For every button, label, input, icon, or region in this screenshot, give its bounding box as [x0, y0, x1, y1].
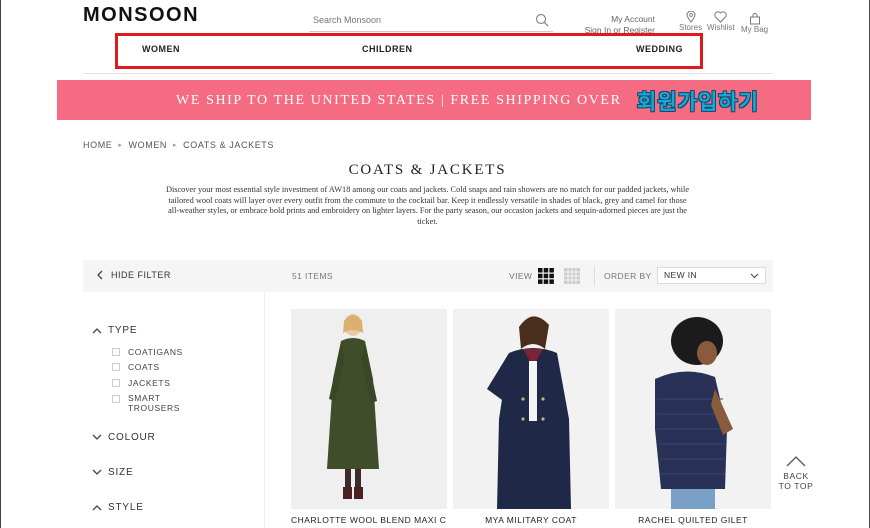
category-description: Discover your most essential style inves…	[165, 185, 690, 226]
back-to-top-line2: TO TOP	[778, 481, 814, 491]
view-label: VIEW	[509, 271, 533, 281]
wishlist-label: Wishlist	[707, 23, 735, 32]
product-name[interactable]: RACHEL QUILTED GILET	[615, 515, 771, 525]
facet-size-toggle[interactable]: SIZE	[92, 467, 133, 478]
breadcrumb-separator-icon: ▸	[173, 142, 178, 149]
heart-icon	[714, 11, 727, 23]
nav-children[interactable]: CHILDREN	[362, 44, 413, 54]
product-photo	[291, 309, 447, 509]
monsoon-logo[interactable]: MONSOON	[83, 4, 199, 27]
bag-link[interactable]: My Bag	[741, 13, 768, 34]
grid-small-view-icon[interactable]	[564, 268, 580, 284]
filter-option-jackets[interactable]: JACKETS	[112, 378, 170, 388]
page-title: COATS & JACKETS	[348, 162, 507, 178]
checkbox[interactable]	[112, 363, 120, 371]
product-image-mya[interactable]	[453, 309, 609, 509]
hide-filter-label: HIDE FILTER	[111, 270, 171, 280]
facet-size-label: SIZE	[108, 467, 134, 478]
chevron-up-icon	[92, 328, 102, 334]
filter-option-smart-trousers[interactable]: SMART TROUSERS	[112, 393, 192, 413]
checkbox[interactable]	[112, 379, 120, 387]
items-count: 51 ITEMS	[292, 271, 333, 281]
wishlist-link[interactable]: Wishlist	[707, 11, 735, 32]
back-to-top-button[interactable]: BACK TO TOP	[776, 455, 816, 491]
chevron-up-icon	[92, 505, 102, 511]
filter-option-label: SMART TROUSERS	[128, 393, 181, 413]
stores-label: Stores	[679, 23, 703, 32]
breadcrumb: HOME ▸ WOMEN ▸ COATS & JACKETS	[83, 140, 274, 151]
filter-option-label: COATS	[128, 362, 160, 372]
search-icon[interactable]	[535, 13, 549, 27]
product-name[interactable]: MYA MILITARY COAT	[453, 515, 609, 525]
filter-bar-divider	[594, 266, 595, 286]
order-by-value: NEW IN	[664, 270, 698, 280]
nav-women[interactable]: WOMEN	[142, 44, 180, 54]
product-image-charlotte[interactable]	[291, 309, 447, 509]
location-pin-icon	[686, 11, 696, 23]
facet-type-toggle[interactable]: TYPE	[92, 325, 137, 336]
checkbox[interactable]	[112, 395, 120, 403]
shipping-banner[interactable]: WE SHIP TO THE UNITED STATES | FREE SHIP…	[57, 80, 811, 120]
my-account-label: My Account	[611, 14, 655, 24]
checkbox[interactable]	[112, 348, 120, 356]
facet-colour-toggle[interactable]: COLOUR	[92, 432, 156, 443]
shipping-banner-text: WE SHIP TO THE UNITED STATES | FREE SHIP…	[176, 93, 622, 108]
nav-divider	[83, 73, 773, 74]
back-to-top-line1: BACK	[783, 471, 809, 481]
filter-option-coats[interactable]: COATS	[112, 362, 160, 372]
sidebar-divider	[264, 292, 265, 528]
filter-option-coatigans[interactable]: COATIGANS	[112, 347, 183, 357]
hide-filter-button[interactable]: HIDE FILTER	[97, 270, 171, 280]
shopping-bag-icon	[749, 13, 760, 25]
product-photo	[615, 309, 771, 509]
filter-option-label: JACKETS	[128, 378, 171, 388]
search-bar[interactable]	[309, 10, 553, 32]
breadcrumb-women[interactable]: WOMEN	[129, 140, 168, 151]
product-image-rachel[interactable]	[615, 309, 771, 509]
order-by-select[interactable]: NEW IN	[657, 267, 766, 284]
order-by-label: ORDER BY	[604, 271, 652, 281]
nav-wedding[interactable]: WEDDING	[636, 44, 683, 54]
stores-link[interactable]: Stores	[679, 11, 702, 32]
facet-style-label: STYLE	[108, 502, 144, 513]
facet-colour-label: COLOUR	[108, 432, 156, 443]
signup-overlay-text: 회원가입하기	[637, 91, 759, 114]
breadcrumb-home[interactable]: HOME	[83, 140, 112, 151]
breadcrumb-separator-icon: ▸	[118, 142, 123, 149]
chevron-down-icon	[92, 469, 102, 475]
chevron-down-icon	[750, 273, 759, 279]
product-photo	[453, 309, 609, 509]
product-name[interactable]: CHARLOTTE WOOL BLEND MAXI C...	[291, 515, 447, 525]
grid-large-view-icon[interactable]	[538, 268, 554, 284]
breadcrumb-current: COATS & JACKETS	[183, 140, 275, 150]
bag-label: My Bag	[741, 25, 769, 34]
filter-option-label: COATIGANS	[128, 347, 183, 357]
facet-type-label: TYPE	[108, 325, 138, 336]
chevron-down-icon	[92, 434, 102, 440]
search-input[interactable]	[309, 10, 529, 30]
facet-style-toggle[interactable]: STYLE	[92, 502, 144, 513]
filter-bar: HIDE FILTER 51 ITEMS VIEW ORDER BY NEW I…	[83, 260, 773, 292]
chevron-left-icon	[97, 270, 103, 280]
chevron-up-icon	[786, 456, 806, 467]
